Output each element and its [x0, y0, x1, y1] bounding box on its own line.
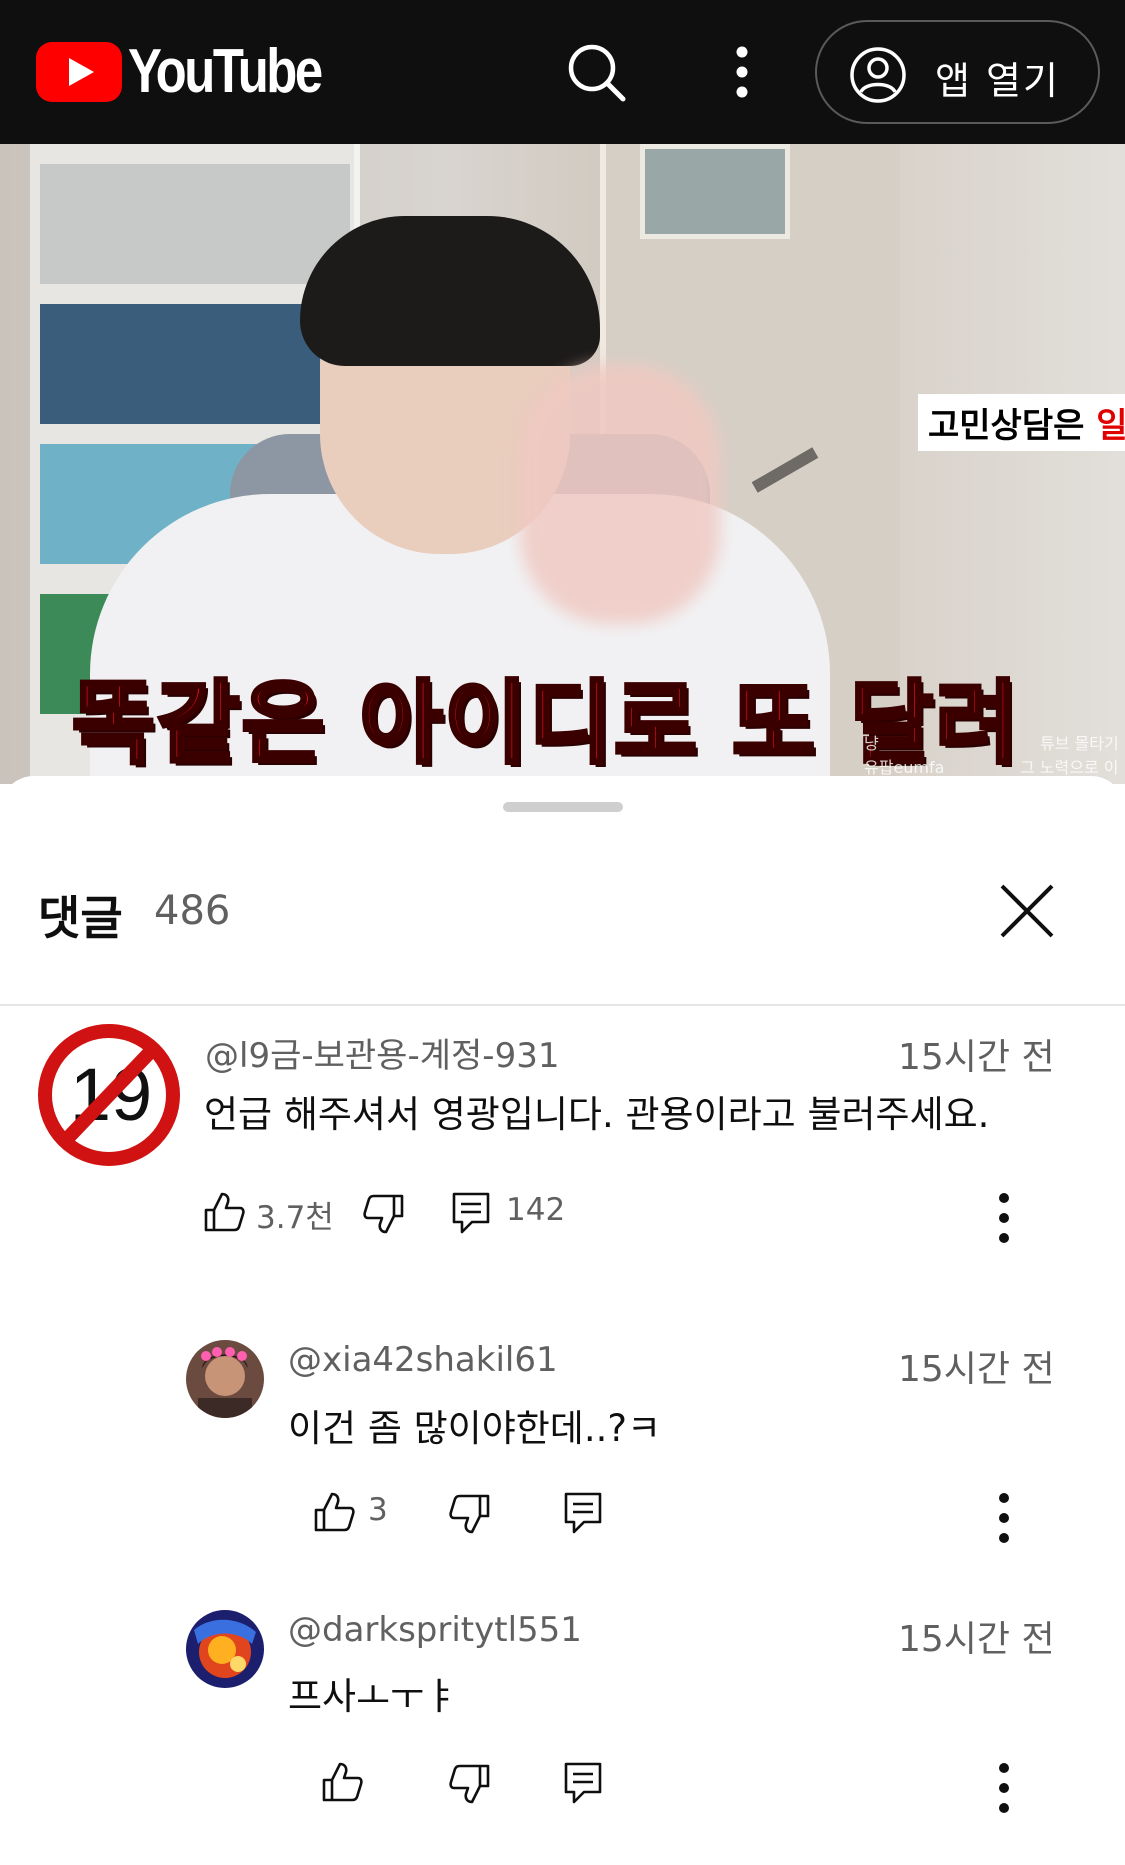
video-overlay-text-right-2: 그 노력으로 이	[1020, 758, 1119, 777]
open-app-button[interactable]: 앱 열기	[815, 20, 1100, 124]
video-overlay-text-right: 튜브 몰타기	[1040, 734, 1119, 753]
like-count: 3.7천	[256, 1200, 334, 1236]
video-caption-tag: 고민상담은 일	[918, 394, 1125, 451]
reply-icon[interactable]	[562, 1760, 606, 1804]
sheet-drag-handle[interactable]	[503, 802, 623, 812]
comment-time: 15시간 전	[898, 1619, 1055, 1660]
top-app-bar: YouTube 앱 열기	[0, 0, 1125, 144]
dislike-icon[interactable]	[362, 1192, 406, 1236]
close-icon[interactable]	[996, 880, 1058, 942]
comments-title: 댓글	[38, 891, 123, 945]
video-overlay-text-left-2: 유팝eumfa	[864, 758, 945, 777]
avatar[interactable]	[186, 1340, 264, 1418]
comment-more-icon[interactable]	[992, 1490, 1016, 1546]
like-icon[interactable]	[320, 1760, 364, 1804]
comment-time: 15시간 전	[898, 1349, 1055, 1390]
comments-count: 486	[154, 888, 231, 934]
comment-text: 이건 좀 많이야한데..?ㅋ	[288, 1407, 662, 1450]
comment-author[interactable]: @l9금-보관용-계정-931	[205, 1028, 559, 1077]
youtube-wordmark[interactable]: YouTube	[128, 36, 323, 107]
dislike-icon[interactable]	[448, 1762, 492, 1806]
reply-count: 142	[506, 1192, 566, 1228]
avatar[interactable]: 19	[36, 1022, 182, 1168]
video-player[interactable]: 고민상담은 일 똑같은 아이디로 또 달려 냥 유팝eumfa 튜브 몰타기 그…	[0, 144, 1125, 784]
search-icon[interactable]	[566, 42, 626, 102]
video-scene-door-window	[640, 144, 790, 239]
video-scene-person-hair	[300, 216, 600, 366]
dislike-icon[interactable]	[448, 1492, 492, 1536]
like-count: 3	[368, 1492, 388, 1528]
video-scene-hand	[520, 364, 720, 624]
video-caption-tag-red: 일	[1096, 406, 1125, 446]
comment-more-icon[interactable]	[992, 1190, 1016, 1246]
comment-more-icon[interactable]	[992, 1760, 1016, 1816]
video-caption-tag-black: 고민상담은	[928, 406, 1097, 446]
open-app-label: 앱 열기	[935, 59, 1060, 103]
account-circle-icon	[850, 47, 906, 103]
like-icon[interactable]	[202, 1190, 246, 1234]
comments-sheet: 댓글 486 19 @l9금-보관용-계정-931 15시간 전 언급 해주셔서…	[0, 776, 1125, 1865]
reply-icon[interactable]	[450, 1190, 494, 1234]
video-overlay-text-left: 냥	[864, 734, 879, 753]
comment-author[interactable]: @darkspritytl551	[288, 1610, 582, 1650]
avatar[interactable]	[186, 1610, 264, 1688]
comment-text: 언급 해주셔서 영광입니다. 관용이라고 불러주세요.	[204, 1093, 990, 1136]
like-icon[interactable]	[312, 1490, 356, 1534]
comment-author[interactable]: @xia42shakil61	[288, 1340, 558, 1380]
more-options-icon[interactable]	[722, 44, 762, 100]
reply-icon[interactable]	[562, 1490, 606, 1534]
comment-text: 프사ㅗㅜㅑ	[288, 1675, 459, 1718]
sheet-divider	[0, 1004, 1125, 1006]
youtube-logo-icon[interactable]	[36, 42, 122, 102]
comment-time: 15시간 전	[898, 1037, 1055, 1078]
